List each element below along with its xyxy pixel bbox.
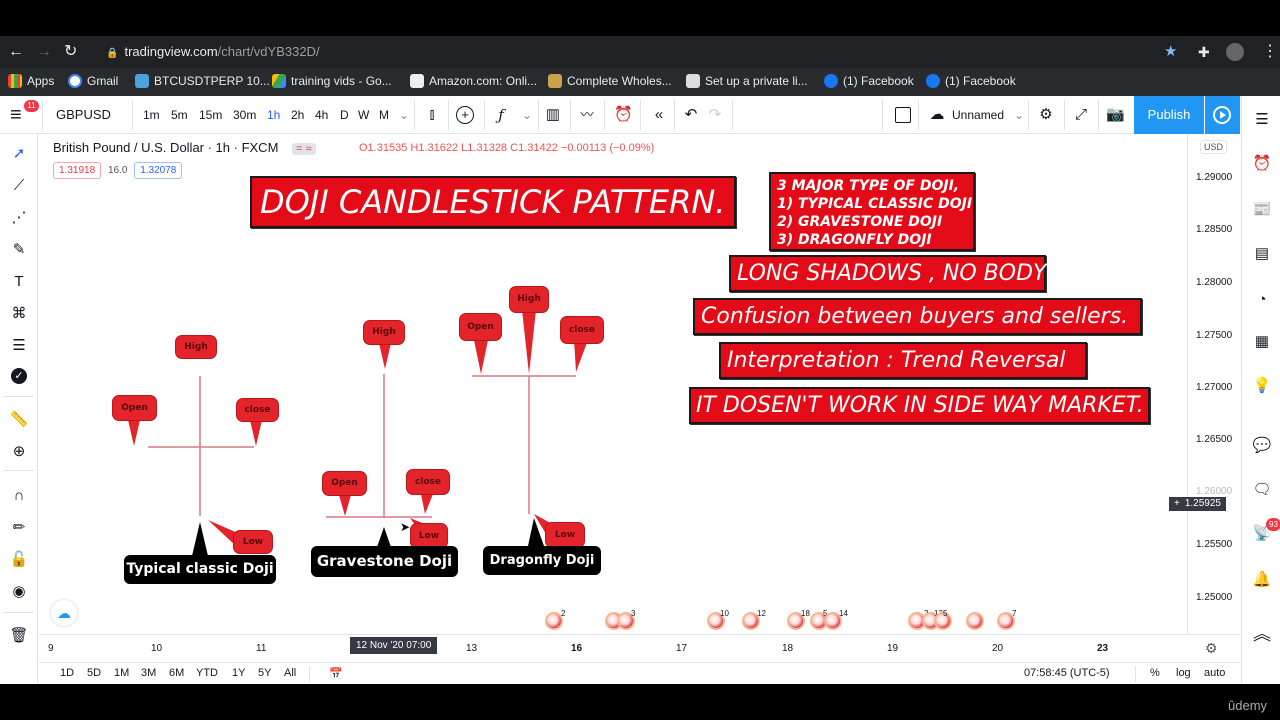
typical-low-label[interactable]: Low [233, 530, 273, 554]
event-count: 3 [631, 609, 636, 618]
crosshair-time-label: 12 Nov '20 07:00 [350, 637, 438, 654]
gravestone-close-label[interactable]: close [406, 469, 450, 495]
callout-pointer [522, 310, 536, 374]
callout-pointer [128, 420, 140, 446]
event-count: 14 [839, 609, 848, 618]
event-count: 10 [720, 609, 729, 618]
gravestone-doji-caption[interactable]: Gravestone Doji [311, 546, 458, 577]
dragonfly-doji-group [472, 310, 588, 546]
gravestone-doji-group [326, 343, 433, 550]
doji-drawings [128, 310, 588, 556]
dragonfly-close-label[interactable]: close [560, 316, 604, 344]
typical-close-label[interactable]: close [236, 398, 279, 422]
mouse-cursor-icon: ➤ [400, 520, 411, 534]
typical-open-label[interactable]: Open [112, 395, 157, 421]
callout-pointer [250, 420, 262, 446]
event-count: 18 [801, 609, 810, 618]
dragonfly-low-label[interactable]: Low [545, 522, 585, 548]
event-count: 12 [757, 609, 766, 618]
typical-high-label[interactable]: High [175, 335, 217, 359]
crosshair-price-label: +1.25925 [1169, 497, 1226, 511]
event-count: 5 [943, 609, 948, 618]
video-frame: ← → ↻ 🔒 tradingview.com/chart/vdYB332D/ ★… [0, 0, 1280, 720]
callout-pointer [421, 494, 433, 514]
callout-pointer [474, 340, 488, 374]
caption-pointer [192, 522, 208, 556]
dragonfly-doji-caption[interactable]: Dragonfly Doji [483, 546, 601, 575]
event-count: 7 [1012, 609, 1017, 618]
callout-pointer [379, 343, 391, 369]
dragonfly-open-label[interactable]: Open [459, 313, 502, 341]
gravestone-high-label[interactable]: High [363, 320, 405, 345]
crosshair-plus-icon[interactable]: + [1174, 498, 1180, 509]
economic-event-marker[interactable] [966, 612, 984, 630]
typical-doji-caption[interactable]: Typical classic Doji [124, 555, 276, 584]
callout-pointer [574, 340, 588, 372]
event-count: 2 [561, 609, 566, 618]
callout-pointer [339, 495, 351, 516]
udemy-watermark: ûdemy [1228, 698, 1268, 713]
dragonfly-high-label[interactable]: High [509, 286, 549, 313]
gravestone-open-label[interactable]: Open [322, 471, 367, 496]
